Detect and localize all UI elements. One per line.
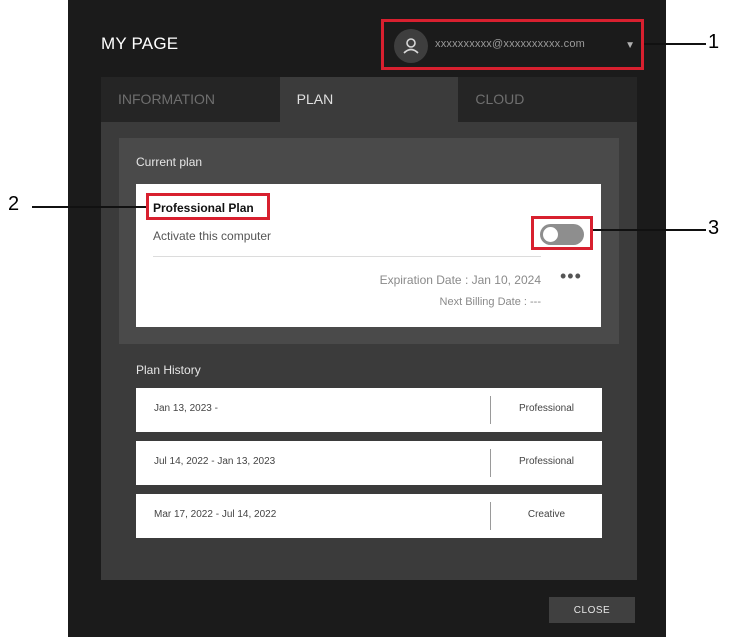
expiration-date: Expiration Date : Jan 10, 2024 xyxy=(379,273,541,287)
history-row: Jan 13, 2023 - Professional xyxy=(136,388,602,432)
history-dates: Jan 13, 2023 - xyxy=(154,403,218,414)
tab-information[interactable]: INFORMATION xyxy=(101,77,280,122)
plan-history-label: Plan History xyxy=(136,363,201,377)
next-billing-date: Next Billing Date : --- xyxy=(439,296,541,308)
history-plan: Professional xyxy=(518,403,575,414)
current-plan-label: Current plan xyxy=(136,155,203,169)
callout-number: 1 xyxy=(708,31,720,53)
callout-box-account xyxy=(381,19,644,70)
callout-box-plan-name xyxy=(146,193,270,220)
more-dots-icon[interactable]: ••• xyxy=(560,266,582,287)
history-plan: Creative xyxy=(527,509,566,520)
tab-plan[interactable]: PLAN xyxy=(279,77,459,122)
divider xyxy=(153,256,541,257)
leader-line xyxy=(593,229,706,231)
close-button[interactable]: CLOSE xyxy=(549,597,635,623)
leader-line xyxy=(32,206,146,208)
callout-box-toggle xyxy=(531,216,593,250)
history-row: Jul 14, 2022 - Jan 13, 2023 Professional xyxy=(136,441,602,485)
history-plan: Professional xyxy=(518,456,575,467)
history-dates: Mar 17, 2022 - Jul 14, 2022 xyxy=(154,509,277,520)
tab-bar: INFORMATION PLAN CLOUD xyxy=(101,77,638,122)
callout-number: 2 xyxy=(8,193,20,215)
tab-cloud[interactable]: CLOUD xyxy=(458,77,638,122)
history-dates: Jul 14, 2022 - Jan 13, 2023 xyxy=(154,456,276,467)
leader-line xyxy=(644,43,706,45)
plan-panel: Current plan Professional Plan Activate … xyxy=(101,122,637,580)
activate-label: Activate this computer xyxy=(153,229,272,243)
history-row: Mar 17, 2022 - Jul 14, 2022 Creative xyxy=(136,494,602,538)
page-title: MY PAGE xyxy=(101,34,179,53)
callout-number: 3 xyxy=(708,217,720,239)
